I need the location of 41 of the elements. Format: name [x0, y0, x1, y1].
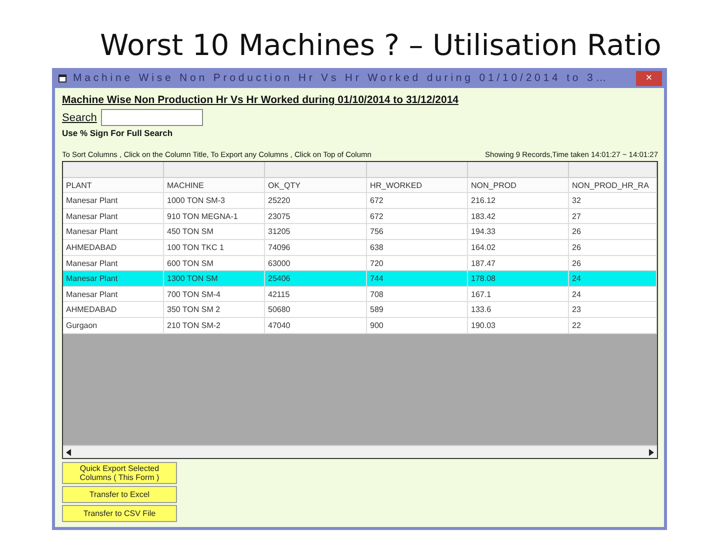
column-selector[interactable] — [164, 162, 265, 178]
column-header[interactable]: MACHINE — [164, 178, 265, 194]
export-button[interactable]: Quick Export Selected Columns ( This Form ) — [62, 462, 177, 484]
scroll-left-icon[interactable] — [66, 448, 71, 456]
table-cell: 47040 — [265, 318, 367, 334]
search-hint: Use % Sign For Full Search — [62, 128, 174, 138]
search-field[interactable] — [100, 109, 203, 126]
close-button[interactable]: × — [636, 70, 662, 86]
report-title: Machine Wise Non Production Hr Vs Hr Worked during 01/10/2014 to 31/12/2014 — [62, 94, 460, 106]
table-cell: 190.03 — [468, 318, 569, 334]
app-icon — [58, 74, 67, 82]
column-header[interactable]: PLANT — [63, 178, 164, 194]
column-header[interactable]: HR_WORKED — [367, 178, 468, 194]
table-row[interactable]: Manesar Plant 1300 TON SM 25406 744 178.08 24 — [63, 271, 657, 287]
column-header[interactable]: OK_QTY — [265, 178, 367, 194]
search-label: Search — [62, 112, 97, 124]
table-row[interactable]: AHMEDABAD 350 TON SM 2 50680 589 133.6 23 — [63, 302, 657, 318]
table-cell: 210 TON SM-2 — [164, 318, 265, 334]
slide-title: Worst 10 Machines ? – Utilisation Ratio — [100, 27, 662, 64]
table-row[interactable]: Manesar Plant 450 TON SM 31205 756 194.33 26 — [63, 224, 657, 240]
column-header[interactable]: NON_PROD_HR_RA — [569, 178, 657, 194]
table-cell: 22 — [569, 318, 657, 334]
horizontal-scrollbar[interactable] — [63, 445, 657, 458]
table-row[interactable]: AHMEDABAD 100 TON TKC 1 74096 638 164.02 26 — [63, 240, 657, 256]
table-row[interactable]: Manesar Plant 600 TON SM 63000 720 187.47 26 — [63, 256, 657, 272]
scroll-right-icon[interactable] — [649, 448, 654, 456]
table-row[interactable]: Manesar Plant 700 TON SM-4 42115 708 167.1 24 — [63, 286, 657, 302]
column-header[interactable]: NON_PROD — [468, 178, 569, 194]
table-row[interactable]: Manesar Plant 910 TON MEGNA-1 23075 672 183.42 27 — [63, 208, 657, 224]
export-button[interactable]: Transfer to CSV File — [62, 505, 177, 522]
column-selector[interactable] — [468, 162, 569, 178]
table-row[interactable]: Manesar Plant 1000 TON SM-3 25220 672 216.12 32 — [63, 193, 657, 209]
column-selector[interactable] — [569, 162, 657, 178]
table-row[interactable]: Gurgaon 210 TON SM-2 47040 900 190.03 22 — [63, 318, 657, 334]
window-title: Machine Wise Non Production Hr Vs Hr Worked during 01/10/2014 to 3… — [73, 72, 610, 84]
column-selector[interactable] — [63, 162, 164, 178]
export-button[interactable]: Transfer to Excel — [62, 486, 177, 503]
table-cell: Gurgaon — [63, 318, 164, 334]
column-selector[interactable] — [367, 162, 468, 178]
column-selector[interactable] — [265, 162, 367, 178]
table-cell: 900 — [367, 318, 468, 334]
